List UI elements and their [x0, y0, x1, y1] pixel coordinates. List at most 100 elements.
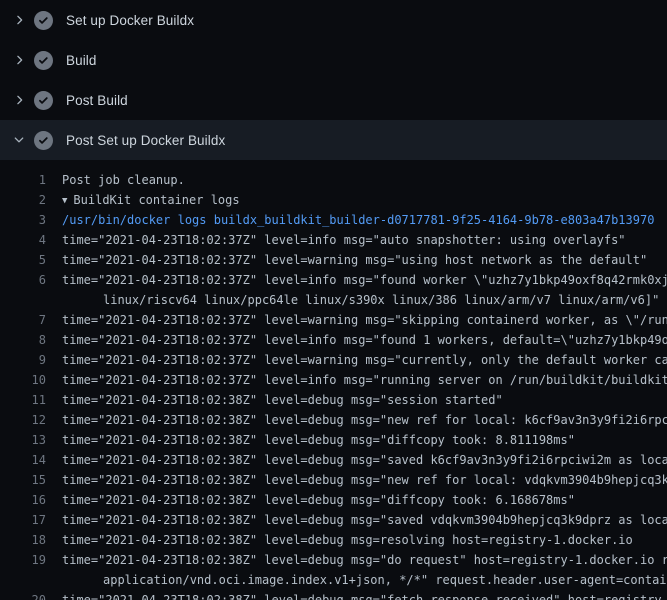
step-title: Post Set up Docker Buildx [66, 133, 225, 148]
log-line-content: time="2021-04-23T18:02:38Z" level=debug … [62, 413, 667, 427]
step-build[interactable]: Build [0, 40, 667, 80]
actions-log-viewer: Set up Docker Buildx Build Post Build [0, 0, 667, 600]
log-line: application/vnd.oci.image.index.v1+json,… [0, 570, 667, 590]
log-line-number[interactable]: 5 [0, 250, 46, 270]
log-line: 6 time="2021-04-23T18:02:37Z" level=info… [0, 270, 667, 290]
log-line-number[interactable]: 16 [0, 490, 46, 510]
log-line-text: application/vnd.oci.image.index.v1+json,… [46, 570, 667, 590]
log-line-text: time="2021-04-23T18:02:37Z" level=warnin… [46, 310, 667, 330]
check-circle-icon [34, 51, 53, 70]
log-line-text: time="2021-04-23T18:02:37Z" level=info m… [46, 270, 667, 290]
log-line-content: time="2021-04-23T18:02:38Z" level=debug … [62, 553, 667, 567]
check-circle-icon [34, 91, 53, 110]
log-line-text: time="2021-04-23T18:02:37Z" level=info m… [46, 370, 667, 390]
log-line: 3 /usr/bin/docker logs buildx_buildkit_b… [0, 210, 667, 230]
log-line-content: time="2021-04-23T18:02:37Z" level=info m… [62, 233, 626, 247]
log-line-text: time="2021-04-23T18:02:38Z" level=debug … [46, 430, 575, 450]
chevron-right-icon [11, 12, 27, 28]
log-line-number[interactable] [0, 570, 46, 590]
log-line-number[interactable]: 1 [0, 170, 46, 190]
log-line: 4 time="2021-04-23T18:02:37Z" level=info… [0, 230, 667, 250]
log-line-content: time="2021-04-23T18:02:38Z" level=debug … [62, 493, 575, 507]
log-line-number[interactable]: 3 [0, 210, 46, 230]
log-line-number[interactable]: 9 [0, 350, 46, 370]
log-line: 7 time="2021-04-23T18:02:37Z" level=warn… [0, 310, 667, 330]
log-line-number[interactable]: 14 [0, 450, 46, 470]
log-output: 1 Post job cleanup. 2 ▼ BuildKit containe… [0, 160, 667, 600]
log-line: 9 time="2021-04-23T18:02:37Z" level=warn… [0, 350, 667, 370]
log-line: 19 time="2021-04-23T18:02:38Z" level=deb… [0, 550, 667, 570]
log-line: 13 time="2021-04-23T18:02:38Z" level=deb… [0, 430, 667, 450]
log-line-number[interactable]: 19 [0, 550, 46, 570]
log-line-content: time="2021-04-23T18:02:38Z" level=debug … [62, 533, 633, 547]
log-line-content: BuildKit container logs [73, 193, 239, 207]
log-line-text: time="2021-04-23T18:02:38Z" level=debug … [46, 530, 633, 550]
log-line-number[interactable]: 13 [0, 430, 46, 450]
step-post-build[interactable]: Post Build [0, 80, 667, 120]
log-line-text: time="2021-04-23T18:02:37Z" level=warnin… [46, 350, 667, 370]
log-line: 11 time="2021-04-23T18:02:38Z" level=deb… [0, 390, 667, 410]
log-line-content: time="2021-04-23T18:02:37Z" level=warnin… [62, 353, 667, 367]
chevron-right-icon [11, 52, 27, 68]
log-line: 15 time="2021-04-23T18:02:38Z" level=deb… [0, 470, 667, 490]
log-line-text: linux/riscv64 linux/ppc64le linux/s390x … [46, 290, 659, 310]
log-line-content: /usr/bin/docker logs buildx_buildkit_bui… [62, 213, 654, 227]
step-list: Set up Docker Buildx Build Post Build [0, 0, 667, 160]
log-line-text: time="2021-04-23T18:02:38Z" level=debug … [46, 490, 575, 510]
log-line-number[interactable]: 6 [0, 270, 46, 290]
log-line-number[interactable]: 7 [0, 310, 46, 330]
log-line-number[interactable]: 17 [0, 510, 46, 530]
log-line-content: time="2021-04-23T18:02:37Z" level=warnin… [62, 253, 647, 267]
log-line-number[interactable]: 4 [0, 230, 46, 250]
log-line: 14 time="2021-04-23T18:02:38Z" level=deb… [0, 450, 667, 470]
log-line-content: time="2021-04-23T18:02:38Z" level=debug … [62, 393, 503, 407]
log-line-text: ▼ BuildKit container logs [46, 190, 240, 210]
log-line: 10 time="2021-04-23T18:02:37Z" level=inf… [0, 370, 667, 390]
chevron-down-icon [11, 132, 27, 148]
log-line-content: time="2021-04-23T18:02:38Z" level=debug … [62, 433, 575, 447]
log-line-text: time="2021-04-23T18:02:38Z" level=debug … [46, 410, 667, 430]
log-line-number[interactable]: 2 [0, 190, 46, 210]
log-line-text: time="2021-04-23T18:02:38Z" level=debug … [46, 510, 667, 530]
group-expander-triangle-icon[interactable]: ▼ [62, 191, 67, 211]
log-line-text: time="2021-04-23T18:02:37Z" level=info m… [46, 230, 626, 250]
log-line-number[interactable]: 18 [0, 530, 46, 550]
log-line-content: linux/riscv64 linux/ppc64le linux/s390x … [103, 293, 659, 307]
log-line-content: time="2021-04-23T18:02:38Z" level=debug … [62, 593, 667, 600]
step-post-set-up-docker-buildx[interactable]: Post Set up Docker Buildx [0, 120, 667, 160]
log-line-number[interactable]: 15 [0, 470, 46, 490]
log-line-number[interactable]: 11 [0, 390, 46, 410]
log-line-content: Post job cleanup. [62, 173, 185, 187]
log-line-text: time="2021-04-23T18:02:38Z" level=debug … [46, 450, 667, 470]
step-title: Build [66, 53, 97, 68]
log-line-text: time="2021-04-23T18:02:37Z" level=info m… [46, 330, 667, 350]
step-set-up-docker-buildx[interactable]: Set up Docker Buildx [0, 0, 667, 40]
log-line-content: time="2021-04-23T18:02:38Z" level=debug … [62, 513, 667, 527]
log-line-text: /usr/bin/docker logs buildx_buildkit_bui… [46, 210, 654, 230]
log-line-text: time="2021-04-23T18:02:38Z" level=debug … [46, 550, 667, 570]
log-line-text: time="2021-04-23T18:02:38Z" level=debug … [46, 590, 667, 600]
log-line-text: time="2021-04-23T18:02:37Z" level=warnin… [46, 250, 647, 270]
log-line-number[interactable]: 8 [0, 330, 46, 350]
log-line: 5 time="2021-04-23T18:02:37Z" level=warn… [0, 250, 667, 270]
log-line-content: time="2021-04-23T18:02:38Z" level=debug … [62, 453, 667, 467]
log-line-content: application/vnd.oci.image.index.v1+json,… [103, 573, 667, 587]
log-line-number[interactable] [0, 290, 46, 310]
log-line: 20 time="2021-04-23T18:02:38Z" level=deb… [0, 590, 667, 600]
log-line: 18 time="2021-04-23T18:02:38Z" level=deb… [0, 530, 667, 550]
log-line-content: time="2021-04-23T18:02:37Z" level=info m… [62, 333, 667, 347]
log-line-text: time="2021-04-23T18:02:38Z" level=debug … [46, 390, 503, 410]
log-line-number[interactable]: 20 [0, 590, 46, 600]
log-line-content: time="2021-04-23T18:02:38Z" level=debug … [62, 473, 667, 487]
check-circle-icon [34, 131, 53, 150]
log-line: 8 time="2021-04-23T18:02:37Z" level=info… [0, 330, 667, 350]
chevron-right-icon [11, 92, 27, 108]
log-line-number[interactable]: 12 [0, 410, 46, 430]
log-line-content: time="2021-04-23T18:02:37Z" level=info m… [62, 373, 667, 387]
log-line-text: Post job cleanup. [46, 170, 185, 190]
log-line-number[interactable]: 10 [0, 370, 46, 390]
log-line-text: time="2021-04-23T18:02:38Z" level=debug … [46, 470, 667, 490]
log-line: 16 time="2021-04-23T18:02:38Z" level=deb… [0, 490, 667, 510]
log-line: linux/riscv64 linux/ppc64le linux/s390x … [0, 290, 667, 310]
log-line-content: time="2021-04-23T18:02:37Z" level=warnin… [62, 313, 667, 327]
